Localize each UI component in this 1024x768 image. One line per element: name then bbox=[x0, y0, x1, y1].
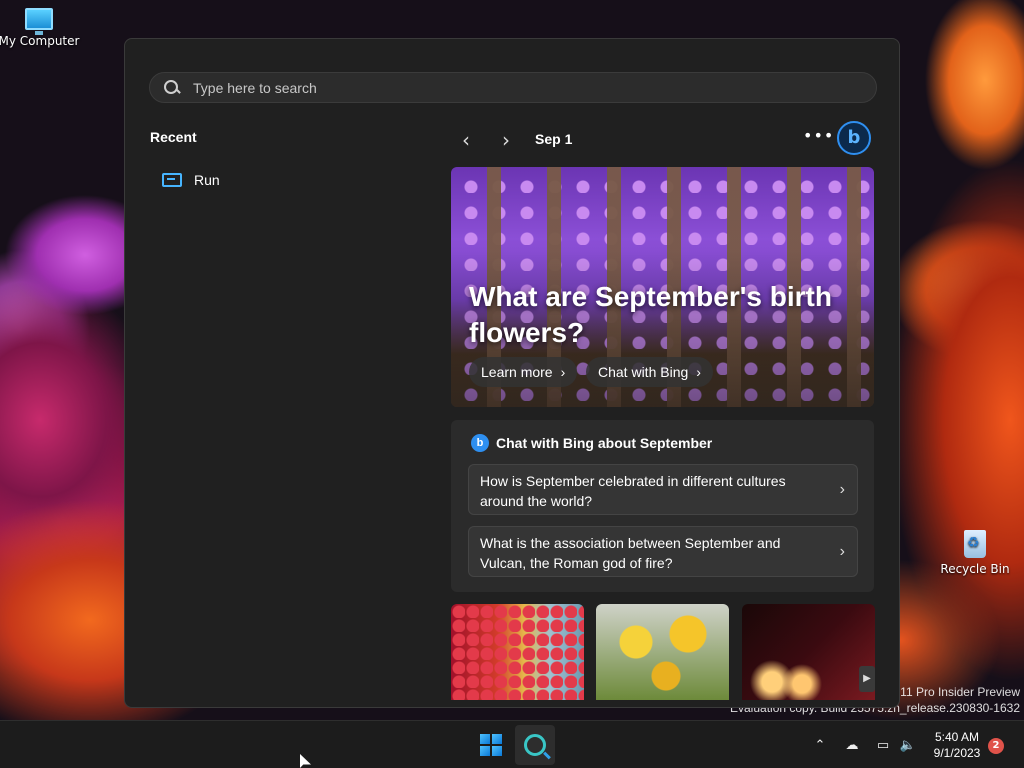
volume-icon[interactable]: 🔈 bbox=[898, 721, 918, 768]
chat-with-bing-label: Chat with Bing bbox=[598, 364, 689, 380]
more-options-button[interactable]: ••• bbox=[803, 125, 833, 151]
desktop-icon-recycle-bin[interactable]: Recycle Bin bbox=[933, 530, 1017, 576]
search-panel: Recent Run ‹ › Sep 1 ••• b What are Sept… bbox=[124, 38, 900, 708]
cloud-offline-icon[interactable]: ☁ bbox=[840, 721, 864, 768]
chevron-right-icon: › bbox=[696, 364, 701, 380]
recent-heading: Recent bbox=[150, 129, 197, 145]
clock-time: 5:40 AM bbox=[934, 730, 980, 744]
chevron-left-icon[interactable]: ‹ bbox=[453, 127, 479, 153]
search-icon bbox=[164, 79, 180, 96]
chat-question-text: What is the association between Septembe… bbox=[480, 535, 781, 571]
taskbar: ⌃ ☁ ▭ 🔈 5:40 AM 9/1/2023 2 bbox=[0, 720, 1024, 768]
chat-card-title-text: Chat with Bing about September bbox=[496, 435, 713, 451]
bing-logo-icon: b bbox=[471, 434, 489, 452]
chat-with-bing-button[interactable]: Chat with Bing › bbox=[586, 357, 713, 387]
hero-card[interactable]: What are September's birth flowers? Lear… bbox=[451, 167, 874, 407]
chevron-up-icon[interactable]: ⌃ bbox=[810, 721, 830, 768]
hero-title: What are September's birth flowers? bbox=[469, 281, 832, 348]
clock-date: 9/1/2023 bbox=[933, 746, 981, 760]
thumbnail-card-3[interactable] bbox=[742, 604, 875, 700]
recent-item-label: Run bbox=[194, 172, 220, 188]
start-button[interactable] bbox=[472, 725, 510, 765]
bing-icon[interactable]: b bbox=[837, 121, 871, 155]
carousel-next-button[interactable]: ▶ bbox=[859, 666, 875, 692]
windows-logo-icon bbox=[480, 734, 502, 756]
thumbnail-card-2[interactable] bbox=[596, 604, 729, 700]
monitor-icon bbox=[25, 8, 53, 35]
highlights-nav: ‹ › Sep 1 ••• b bbox=[451, 121, 875, 157]
desktop-icon-my-computer[interactable]: My Computer bbox=[0, 8, 81, 48]
desktop-icon-label: My Computer bbox=[0, 34, 80, 48]
desktop-icon-label: Recycle Bin bbox=[940, 562, 1010, 576]
notification-badge[interactable]: 2 bbox=[988, 738, 1004, 754]
search-box[interactable] bbox=[149, 72, 877, 103]
chat-question-text: How is September celebrated in different… bbox=[480, 473, 786, 509]
thumbnail-card-1[interactable] bbox=[451, 604, 584, 700]
recycle-bin-icon bbox=[964, 530, 986, 558]
search-icon bbox=[524, 734, 546, 756]
network-icon[interactable]: ▭ bbox=[872, 721, 894, 768]
chat-question-1[interactable]: How is September celebrated in different… bbox=[468, 464, 858, 515]
chat-card-title: b Chat with Bing about September bbox=[471, 434, 712, 452]
chat-card: b Chat with Bing about September How is … bbox=[451, 420, 874, 592]
learn-more-label: Learn more bbox=[481, 364, 553, 380]
highlight-date: Sep 1 bbox=[535, 131, 573, 147]
recent-item-run[interactable]: Run bbox=[150, 164, 420, 196]
taskbar-clock[interactable]: 5:40 AM 9/1/2023 bbox=[926, 729, 988, 761]
chevron-right-icon: › bbox=[839, 543, 845, 560]
chat-question-2[interactable]: What is the association between Septembe… bbox=[468, 526, 858, 577]
chevron-right-icon[interactable]: › bbox=[493, 127, 519, 153]
run-icon bbox=[162, 173, 182, 187]
taskbar-search-button[interactable] bbox=[515, 725, 555, 765]
learn-more-button[interactable]: Learn more › bbox=[469, 357, 578, 387]
chevron-right-icon: › bbox=[839, 481, 845, 498]
chevron-right-icon: › bbox=[560, 364, 566, 380]
search-input[interactable] bbox=[193, 79, 876, 96]
